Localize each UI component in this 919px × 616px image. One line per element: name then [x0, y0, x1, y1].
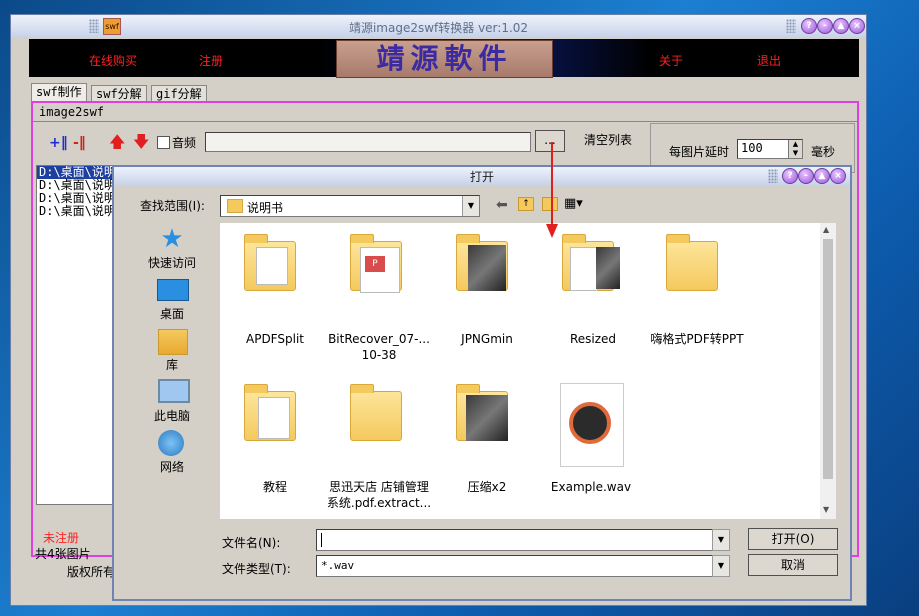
- document-preview: [256, 247, 288, 285]
- file-list[interactable]: D:\桌面\说明 D:\桌面\说明 D:\桌面\说明 D:\桌面\说明: [36, 165, 123, 505]
- audio-file-icon: [560, 383, 624, 467]
- computer-icon[interactable]: [158, 379, 190, 403]
- filename-input[interactable]: [316, 529, 728, 551]
- file-label: 思迅天店 店铺管理 系统.pdf.extract...: [326, 480, 432, 510]
- network-icon[interactable]: [158, 430, 184, 456]
- buy-link[interactable]: 在线购买: [89, 52, 137, 69]
- tab-swf-make[interactable]: swf制作: [31, 83, 87, 102]
- folder-icon: [350, 384, 402, 441]
- app-icon: swf: [103, 18, 121, 35]
- file-label: Resized: [569, 332, 617, 346]
- desktop-icon[interactable]: [157, 279, 189, 301]
- open-dialog: 打开 ? - ▲ × 查找范围(I): 说明书 ▼ ⬅ ↑ ▦▾ ★ 快速访问 …: [112, 165, 852, 601]
- delay-input[interactable]: 100 ▲ ▼: [737, 139, 803, 159]
- scroll-up-icon[interactable]: ▲: [823, 225, 829, 234]
- scroll-thumb[interactable]: [823, 239, 833, 479]
- about-link[interactable]: 关于: [659, 52, 683, 69]
- dialog-close-icon[interactable]: ×: [830, 168, 846, 184]
- up-folder-icon[interactable]: ↑: [518, 197, 534, 211]
- filetype-chevron-icon[interactable]: ▼: [712, 555, 730, 577]
- document-preview: [258, 397, 290, 439]
- music-icon: [569, 402, 611, 444]
- place-this-pc[interactable]: 此电脑: [122, 407, 222, 424]
- filename-dropdown-chevron-icon[interactable]: ▼: [712, 529, 730, 551]
- move-up-icon[interactable]: 🡅: [109, 134, 125, 150]
- place-network[interactable]: 网络: [122, 458, 222, 475]
- clear-list-button[interactable]: 清空列表: [584, 131, 632, 148]
- look-in-dropdown[interactable]: 说明书 ▼: [220, 195, 480, 217]
- open-button[interactable]: 打开(O): [748, 528, 838, 550]
- image-thumbnail: [468, 245, 506, 291]
- dialog-title-bar: 打开 ? - ▲ ×: [114, 167, 850, 185]
- delay-label: 每图片延时: [669, 145, 730, 159]
- maximize-icon[interactable]: ▲: [833, 18, 849, 34]
- file-view[interactable]: APDFSplit P BitRecover_07-... 10-38 JPNG…: [220, 223, 836, 519]
- chevron-down-icon[interactable]: ▼: [462, 196, 479, 216]
- help-icon[interactable]: ?: [801, 18, 817, 34]
- file-label: 压缩x2: [467, 480, 507, 494]
- status-unregistered: 未注册: [43, 531, 80, 545]
- filetype-label: 文件类型(T):: [222, 562, 291, 576]
- library-icon[interactable]: [158, 329, 188, 355]
- file-label: 教程: [262, 480, 287, 494]
- grip-icon: [89, 19, 99, 33]
- delay-unit: 毫秒: [811, 145, 836, 159]
- logo: 靖源軟件: [336, 40, 553, 78]
- banner: 在线购买 注册 靖源軟件 关于 退出: [29, 39, 859, 78]
- status-count: 共4张图片: [35, 547, 91, 561]
- close-icon[interactable]: ×: [849, 18, 865, 34]
- scrollbar[interactable]: ▲ ▼: [820, 223, 836, 519]
- app-title: 靖源image2swf转换器 ver:1.02: [348, 21, 529, 35]
- dialog-maximize-icon[interactable]: ▲: [814, 168, 830, 184]
- audio-checkbox[interactable]: [157, 136, 170, 149]
- file-label: APDFSplit: [246, 332, 304, 346]
- annotation-arrow: [546, 142, 558, 238]
- audio-path-input[interactable]: [205, 132, 531, 152]
- tab-gif-split[interactable]: gif分解: [151, 85, 207, 102]
- minimize-icon[interactable]: -: [817, 18, 833, 34]
- dialog-minimize-icon[interactable]: -: [798, 168, 814, 184]
- grip-icon: [768, 169, 778, 183]
- place-desktop[interactable]: 桌面: [122, 305, 222, 322]
- spinner-arrows-icon[interactable]: ▲ ▼: [788, 140, 802, 158]
- image-thumbnail: [466, 395, 508, 441]
- place-quick-access[interactable]: 快速访问: [122, 254, 222, 271]
- pdf-document-icon: P: [360, 247, 400, 293]
- star-icon[interactable]: ★: [122, 225, 222, 253]
- app-title-bar: 靖源image2swf转换器 ver:1.02 swf ? - ▲ ×: [11, 15, 866, 37]
- image-thumbnail: [596, 247, 620, 289]
- look-in-label: 查找范围(I):: [140, 199, 205, 213]
- file-label: 嗨格式PDF转PPT: [650, 332, 744, 346]
- filename-label: 文件名(N):: [222, 536, 281, 550]
- list-item[interactable]: D:\桌面\说明: [37, 205, 122, 218]
- file-label: Example.wav: [550, 480, 632, 494]
- footer-copyright: 版权所有: [67, 565, 116, 579]
- grip-icon-right: [786, 19, 796, 33]
- audio-label: 音频: [172, 136, 197, 150]
- back-icon[interactable]: ⬅: [496, 197, 508, 213]
- exit-link[interactable]: 退出: [757, 52, 781, 69]
- add-icon[interactable]: +‖: [49, 135, 68, 151]
- place-library[interactable]: 库: [122, 356, 222, 373]
- tab-swf-split[interactable]: swf分解: [91, 85, 147, 102]
- document-preview: [570, 247, 598, 291]
- dialog-help-icon[interactable]: ?: [782, 168, 798, 184]
- file-label: JPNGmin: [461, 332, 513, 346]
- dialog-title: 打开: [469, 170, 494, 184]
- group-title: image2swf: [39, 105, 105, 119]
- cancel-button[interactable]: 取消: [748, 554, 838, 576]
- folder-icon: [227, 199, 243, 213]
- register-link[interactable]: 注册: [199, 52, 223, 69]
- text-cursor: [321, 533, 322, 547]
- scroll-down-icon[interactable]: ▼: [823, 505, 829, 514]
- filetype-dropdown[interactable]: *.wav: [316, 555, 728, 577]
- remove-icon[interactable]: -‖: [73, 135, 86, 151]
- view-menu-icon[interactable]: ▦▾: [564, 196, 583, 211]
- folder-icon: [666, 234, 718, 291]
- move-down-icon[interactable]: 🡇: [133, 134, 149, 150]
- file-label: BitRecover_07-... 10-38: [328, 332, 430, 362]
